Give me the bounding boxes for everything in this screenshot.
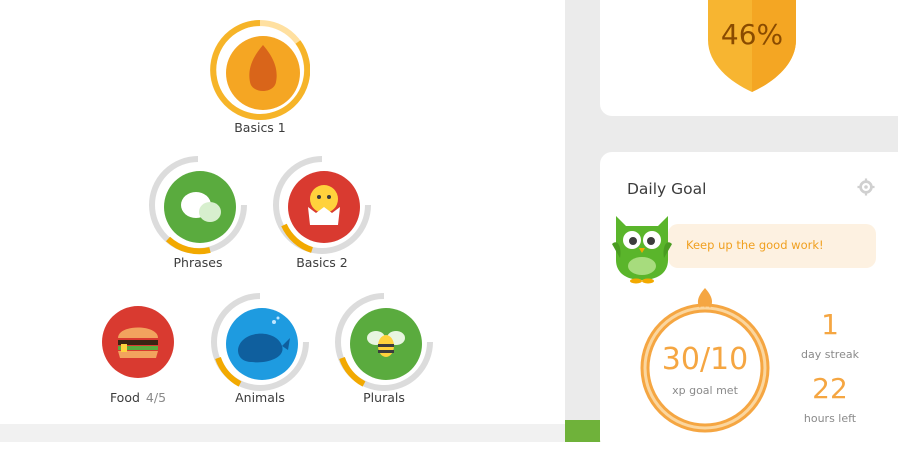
burger-icon [102,306,174,378]
green-decoration [565,420,601,442]
daily-goal-title: Daily Goal [627,180,707,198]
hours-value: 22 [812,372,848,405]
skill-phrases[interactable]: Phrases [148,155,248,275]
goal-caption: xp goal met [672,384,738,397]
gear-icon[interactable] [857,178,875,196]
speech-bubbles-icon [149,156,247,255]
skill-progress: 4/5 [145,390,167,405]
panel-footer-band [0,424,565,442]
skill-name: Food [109,390,140,405]
skill-basics-2[interactable]: Basics 2 [272,155,372,275]
skill-basics-1[interactable]: Basics 1 [210,20,310,140]
hours-caption: hours left [803,412,857,425]
egg-icon [210,20,310,120]
skill-plurals[interactable]: Plurals [334,292,434,412]
whale-icon [211,293,309,391]
flame-icon [697,288,713,308]
goal-value: 30/10 [661,342,749,377]
encouragement-text: Keep up the good work! [686,238,824,252]
skill-food[interactable]: Food 4/5 [88,292,188,412]
chick-icon [273,156,371,254]
streak-value: 1 [821,308,839,341]
bee-icon [335,293,433,391]
streak-caption: day streak [801,348,859,361]
skill-label: Basics 2 [296,255,348,270]
skill-animals[interactable]: Animals [210,292,310,412]
fluency-score: 46% [720,18,784,51]
skill-label: Basics 1 [234,120,286,135]
skill-label: Plurals [363,390,405,405]
owl-mascot-icon [612,216,672,284]
